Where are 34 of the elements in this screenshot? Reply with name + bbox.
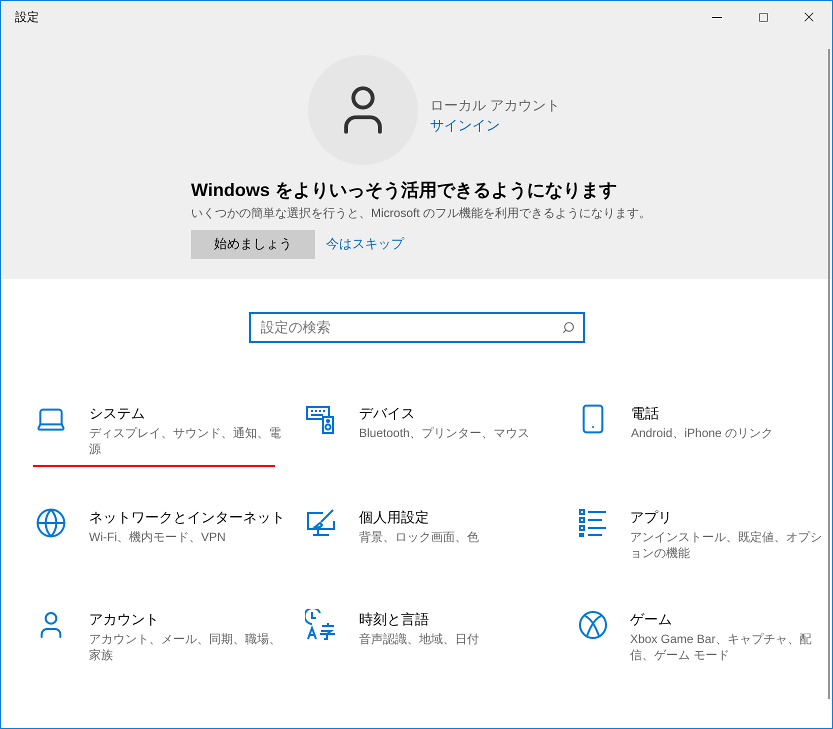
minimize-icon [712,16,722,18]
promo-text: いくつかの簡単な選択を行うと、Microsoft のフル機能を利用できるようになります。 [191,204,652,222]
category-title[interactable]: 時刻と言語 [359,608,479,628]
window-title: 設定 [15,9,39,25]
category-title[interactable]: ネットワークとインターネット [89,506,285,526]
category-title[interactable]: アカウント [89,608,289,628]
category-title[interactable]: ゲーム [630,608,825,628]
get-started-button[interactable]: 始めましょう [191,230,315,258]
category-title[interactable]: 電話 [631,402,774,422]
category-title[interactable]: アプリ [630,506,825,526]
paintbrush-monitor-icon [305,506,337,538]
category-description: 背景、ロック画面、色 [359,528,479,544]
sign-in-link[interactable]: サインイン [430,115,560,135]
category-description: Android、iPhone のリンク [631,424,774,440]
category-description: Xbox Game Bar、キャプチャ、配信、ゲーム モード [630,630,812,662]
category-title[interactable]: 個人用設定 [359,506,479,526]
category-description: アンインストール、既定値、オプションの機能 [630,528,824,560]
category-description: アカウント、メール、同期、職場、家族 [89,630,282,662]
category-title[interactable]: デバイス [359,402,530,422]
xbox-icon [576,608,609,640]
globe-icon [35,506,67,538]
account-type: ローカル アカウント [430,96,560,115]
category-description: ディスプレイ、サウンド、通知、電源 [89,424,282,456]
promo-heading: Windows をよりいっそう活用できるようになります [191,179,618,202]
maximize-icon [758,12,768,22]
list-icon [576,506,609,538]
category-description: 音声認識、地域、日付 [359,630,479,646]
search-icon [562,320,574,334]
category-description: Bluetooth、プリンター、マウス [359,424,530,440]
clock-language-icon [305,608,337,640]
category-title[interactable]: システム [89,402,289,422]
skip-link[interactable]: 今はスキップ [326,234,404,254]
search-field[interactable]: 設定の検索 [248,312,584,342]
category-description: Wi-Fi、機内モード、VPN [89,528,227,544]
